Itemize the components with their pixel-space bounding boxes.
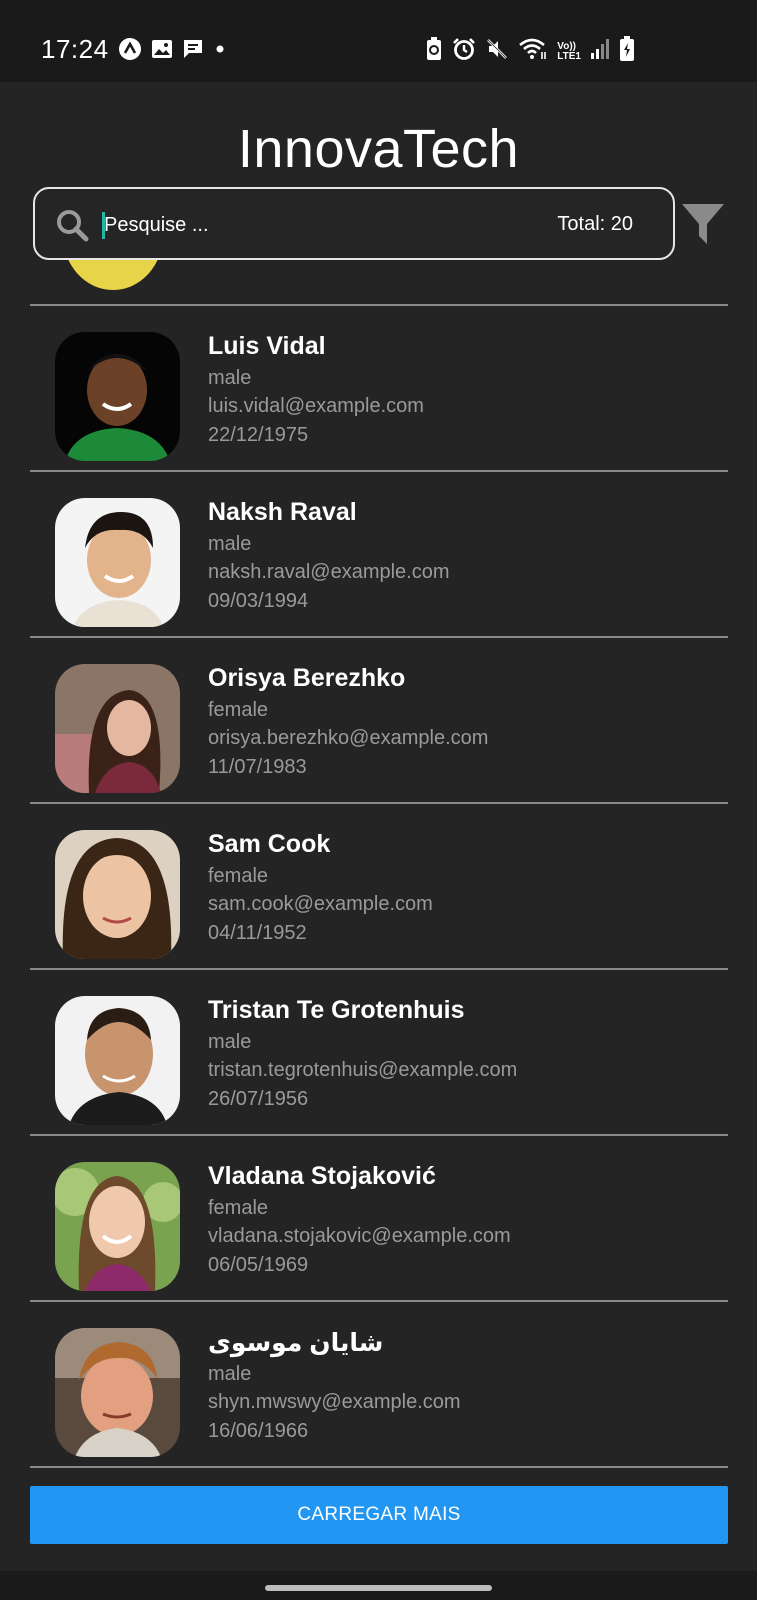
- wifi-icon: [518, 37, 548, 66]
- alarm-icon: [452, 37, 476, 66]
- total-count: Total: 20: [557, 213, 633, 235]
- user-email: vladana.stojakovic@example.com: [208, 1225, 511, 1247]
- user-gender: female: [208, 865, 269, 887]
- status-time: 17:24: [41, 34, 109, 64]
- battery-charging-icon: [619, 36, 635, 67]
- filter-icon: [680, 204, 726, 252]
- signal-icon: [590, 37, 610, 66]
- user-gender: male: [208, 1031, 252, 1053]
- user-dob: 16/06/1966: [208, 1420, 309, 1442]
- data-saver-icon: [425, 37, 443, 66]
- user-gender: male: [208, 1363, 252, 1385]
- avatar: [63, 260, 163, 290]
- list-item[interactable]: Sam Cook female sam.cook@example.com 04/…: [30, 804, 728, 968]
- user-gender: female: [208, 1197, 269, 1219]
- list-item[interactable]: Naksh Raval male naksh.raval@example.com…: [30, 472, 728, 636]
- user-name: Tristan Te Grotenhuis: [208, 996, 465, 1024]
- user-name: Luis Vidal: [208, 332, 326, 360]
- user-name: Naksh Raval: [208, 498, 357, 526]
- list-item-partial[interactable]: [30, 260, 728, 305]
- divider: [30, 1466, 728, 1468]
- user-dob: 06/05/1969: [208, 1254, 309, 1276]
- user-dob: 09/03/1994: [208, 590, 309, 612]
- app-title: InnovaTech: [237, 119, 520, 179]
- user-email: tristan.tegrotenhuis@example.com: [208, 1059, 518, 1081]
- volte-lte-icon: Vo)) LTE1: [557, 40, 581, 62]
- avatar: [55, 996, 180, 1125]
- user-email: shyn.mwswy@example.com: [208, 1391, 461, 1413]
- search-input[interactable]: [101, 203, 521, 247]
- dot-icon: [213, 38, 227, 65]
- image-icon: [151, 38, 173, 65]
- user-email: naksh.raval@example.com: [208, 561, 450, 583]
- user-dob: 04/11/1952: [208, 922, 307, 944]
- mute-icon: [485, 37, 509, 66]
- avatar: [55, 1162, 180, 1291]
- filter-button[interactable]: [680, 202, 726, 248]
- list-item[interactable]: شايان موسوی male shyn.mwswy@example.com …: [30, 1302, 728, 1466]
- avatar: [55, 830, 180, 959]
- avatar: [55, 664, 180, 793]
- user-dob: 26/07/1956: [208, 1088, 309, 1110]
- user-email: luis.vidal@example.com: [208, 395, 424, 417]
- list-item[interactable]: Luis Vidal male luis.vidal@example.com 2…: [30, 306, 728, 470]
- user-gender: male: [208, 533, 252, 555]
- user-name: Vladana Stojaković: [208, 1162, 436, 1190]
- app-a-icon: [118, 37, 142, 66]
- user-email: sam.cook@example.com: [208, 893, 433, 915]
- user-gender: male: [208, 367, 252, 389]
- home-indicator[interactable]: [265, 1585, 492, 1591]
- status-left-icons: [118, 37, 227, 66]
- lte-label: LTE1: [557, 50, 581, 62]
- avatar: [55, 498, 180, 627]
- avatar: [55, 1328, 180, 1457]
- user-dob: 22/12/1975: [208, 424, 309, 446]
- chat-icon: [182, 38, 204, 65]
- user-gender: female: [208, 699, 269, 721]
- text-cursor: [102, 212, 105, 239]
- search-box[interactable]: Total: 20: [33, 187, 675, 260]
- user-dob: 11/07/1983: [208, 756, 307, 778]
- list-item[interactable]: Tristan Te Grotenhuis male tristan.tegro…: [30, 970, 728, 1134]
- list-item[interactable]: Vladana Stojaković female vladana.stojak…: [30, 1136, 728, 1300]
- user-name: شايان موسوی: [208, 1329, 384, 1357]
- avatar: [55, 332, 180, 461]
- user-name: Sam Cook: [208, 830, 331, 858]
- user-email: orisya.berezhko@example.com: [208, 727, 489, 749]
- load-more-button[interactable]: CARREGAR MAIS: [30, 1486, 728, 1544]
- volte-label: Vo)): [557, 40, 576, 52]
- status-bar: 17:24 Vo)) LTE1: [0, 0, 757, 82]
- user-name: Orisya Berezhko: [208, 664, 406, 692]
- search-icon: [55, 208, 89, 242]
- user-list[interactable]: Luis Vidal male luis.vidal@example.com 2…: [0, 260, 757, 1466]
- status-right-icons: Vo)) LTE1: [425, 36, 635, 67]
- list-item[interactable]: Orisya Berezhko female orisya.berezhko@e…: [30, 638, 728, 802]
